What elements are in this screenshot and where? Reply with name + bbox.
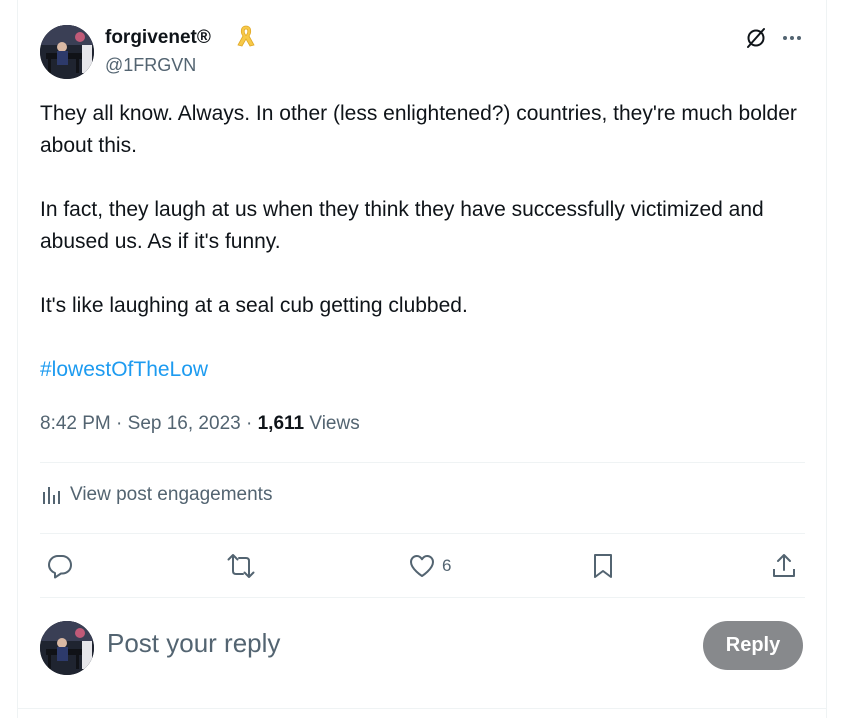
reply-submit-button[interactable]: Reply [703,621,803,670]
column-bottom-border [17,708,827,709]
share-icon [773,554,795,577]
view-engagements-link[interactable]: View post engagements [40,484,272,506]
post-paragraph: It's like laughing at a seal cub getting… [40,294,468,317]
divider [40,462,805,463]
like-action-button[interactable]: 6 [408,549,451,583]
grok-icon[interactable] [744,26,768,50]
repost-icon [227,554,255,578]
current-user-avatar[interactable] [40,621,94,675]
bookmark-action-button[interactable] [590,549,616,583]
divider [40,533,805,534]
divider [40,597,805,598]
views-label: Views [309,413,360,434]
repost-action-button[interactable] [226,549,256,583]
author-handle[interactable]: @1FRGVN [105,55,196,76]
author-display-name[interactable]: forgivenet® [105,27,211,49]
reply-action-button[interactable] [46,549,74,583]
views-count: 1,611 [257,413,305,434]
post-time[interactable]: 8:42 PM [40,413,111,434]
awareness-ribbon-icon [237,25,255,47]
reply-bubble-icon [48,555,72,579]
heart-icon [410,555,434,577]
post-text: They all know. Always. In other (less en… [40,98,810,386]
more-options-icon[interactable] [780,26,804,50]
post-paragraph: In fact, they laugh at us when they thin… [40,198,764,253]
view-engagements-label: View post engagements [70,484,273,505]
author-avatar[interactable] [40,25,94,79]
like-count: 6 [442,556,452,575]
post-paragraph: They all know. Always. In other (less en… [40,102,797,157]
share-action-button[interactable] [770,549,798,583]
hashtag-link[interactable]: #lowestOfTheLow [40,358,208,381]
post-metadata: 8:42 PM · Sep 16, 2023 · 1,611 Views [40,413,360,434]
bookmark-icon [594,554,612,578]
reply-input[interactable]: Post your reply [107,628,280,659]
post-date[interactable]: Sep 16, 2023 [128,413,241,434]
analytics-icon [43,487,60,504]
